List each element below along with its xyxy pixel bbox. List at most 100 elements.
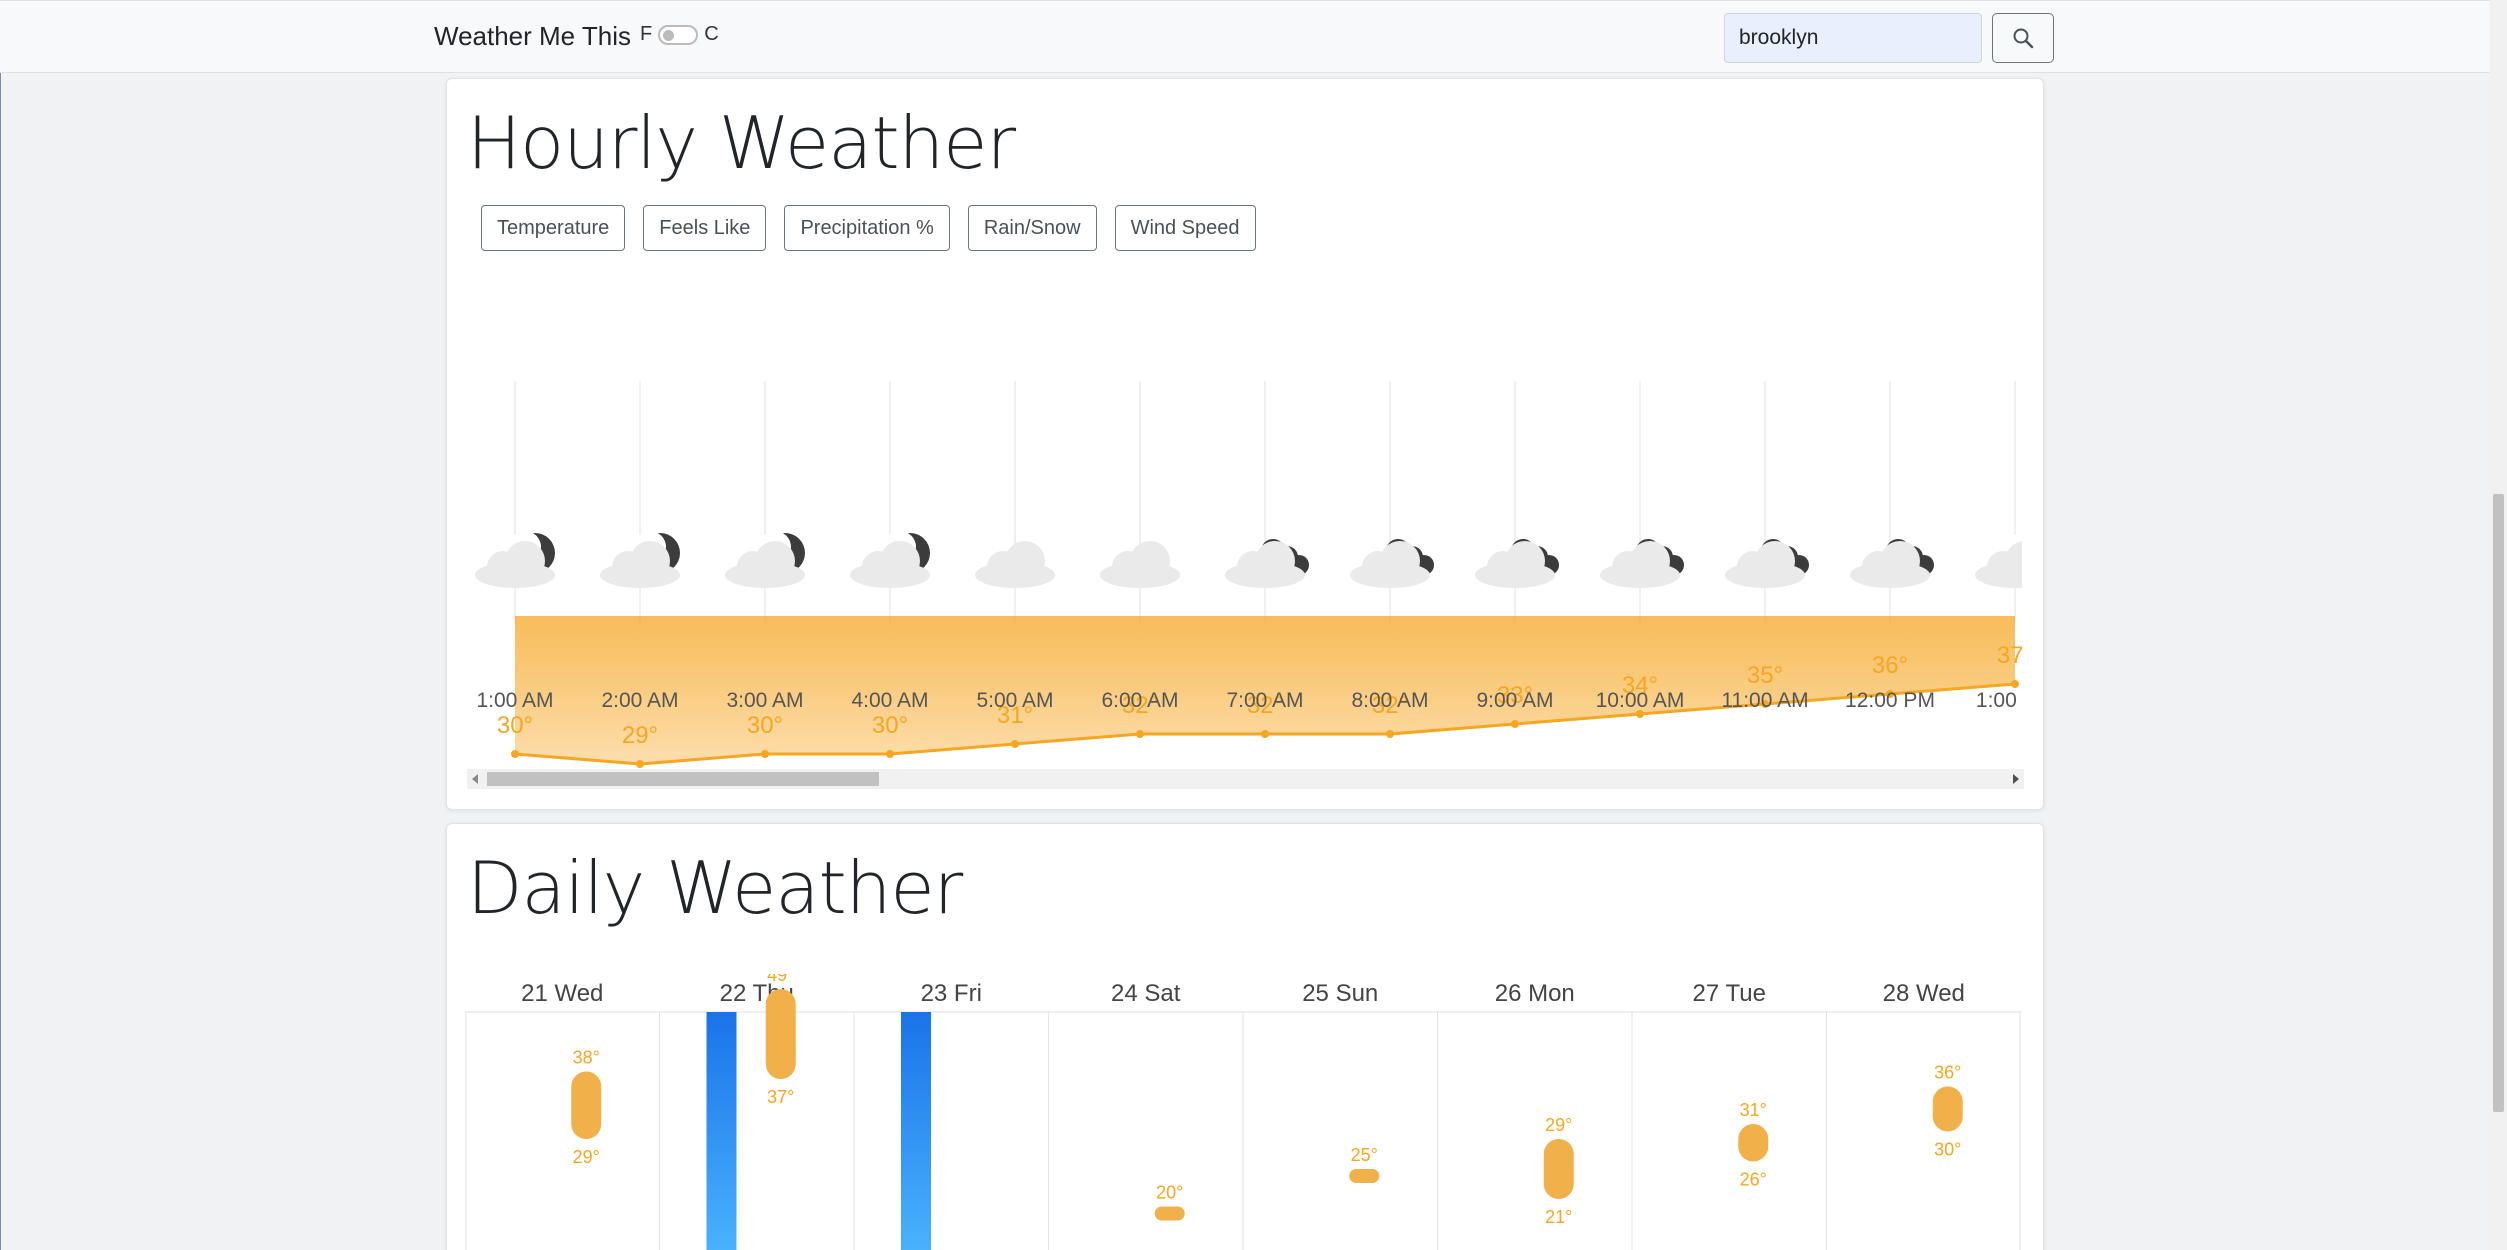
daily-high-label: 20°: [1156, 1183, 1183, 1203]
temperature-point[interactable]: [636, 760, 644, 768]
scroll-thumb[interactable]: [487, 772, 879, 786]
cloudy-icon: [975, 541, 1055, 588]
daily-title: Daily Weather: [467, 846, 963, 930]
precip-bar[interactable]: [901, 1012, 931, 1250]
hour-tick-label: 12:00 PM: [1845, 689, 1935, 712]
temperature-point[interactable]: [761, 750, 769, 758]
hourly-temperature-chart[interactable]: 30°1:00 AM29°2:00 AM30°3:00 AM30°4:00 AM…: [465, 299, 2025, 769]
hour-tick-label: 6:00 AM: [1101, 689, 1178, 712]
cloudy-icon: [1100, 541, 1180, 588]
search-input[interactable]: brooklyn: [1724, 13, 1982, 63]
temperature-label: 35°: [1747, 662, 1783, 689]
daily-low-label: 30°: [1934, 1140, 1961, 1160]
day-label: 21 Wed: [521, 980, 603, 1007]
temperature-point[interactable]: [886, 750, 894, 758]
day-label: 24 Sat: [1111, 980, 1181, 1007]
wind-speed-button[interactable]: Wind Speed: [1114, 205, 1256, 251]
search-button[interactable]: [1992, 13, 2054, 63]
temp-range-pill[interactable]: [571, 1071, 602, 1140]
temp-range-pill[interactable]: [1543, 1139, 1574, 1199]
hourly-plot: 30°1:00 AM29°2:00 AM30°3:00 AM30°4:00 AM…: [475, 381, 2025, 768]
daily-high-label: 38°: [573, 1048, 600, 1068]
hour-tick-label: 1:00 PM: [1976, 689, 2025, 712]
hourly-title: Hourly Weather: [467, 101, 1016, 185]
daily-high-label: 36°: [1934, 1063, 1961, 1083]
mostly-cloudy-night-icon: [1600, 539, 1684, 588]
daily-high-label: 29°: [1545, 1115, 1572, 1135]
partly-cloudy-night-icon: [475, 531, 555, 588]
hour-tick-label: 9:00 AM: [1476, 689, 1553, 712]
temp-range-pill[interactable]: [765, 989, 796, 1079]
temperature-point[interactable]: [1511, 720, 1519, 728]
temperature-label: 30°: [872, 712, 908, 739]
temp-range-pill[interactable]: [1932, 1086, 1963, 1132]
daily-low-label: 21°: [1545, 1207, 1572, 1227]
precip-bar[interactable]: [706, 1012, 737, 1250]
daily-forecast-chart[interactable]: 21 Wed38°29°22 Thu49°37°23 Fri54°24 Sat2…: [465, 974, 2025, 1250]
scroll-right-arrow-icon[interactable]: [2013, 774, 2019, 784]
window-edge: [0, 73, 1, 1250]
temperature-point[interactable]: [2011, 680, 2019, 688]
hour-tick-label: 2:00 AM: [601, 689, 678, 712]
mostly-cloudy-night-icon: [1850, 539, 1934, 588]
feels-like-button[interactable]: Feels Like: [643, 205, 767, 251]
hour-tick-label: 11:00 AM: [1721, 689, 1808, 712]
partly-cloudy-night-icon: [1975, 531, 2022, 588]
day-label: 27 Tue: [1693, 980, 1766, 1007]
temperature-button[interactable]: Temperature: [481, 205, 626, 251]
top-navbar: Weather Me This F C brooklyn: [0, 0, 2490, 73]
hour-tick-label: 7:00 AM: [1226, 689, 1303, 712]
temperature-point[interactable]: [511, 750, 519, 758]
temp-range-pill[interactable]: [1738, 1124, 1769, 1162]
temp-range-pill[interactable]: [1349, 1169, 1380, 1183]
daily-low-label: 29°: [573, 1147, 600, 1167]
metric-buttons: Temperature Feels Like Precipitation % R…: [481, 205, 1256, 251]
temperature-label: 30°: [497, 712, 533, 739]
day-label: 26 Mon: [1495, 980, 1575, 1007]
hour-tick-label: 10:00 AM: [1596, 689, 1685, 712]
hour-tick-label: 5:00 AM: [976, 689, 1053, 712]
hour-tick-label: 8:00 AM: [1351, 689, 1428, 712]
daily-low-label: 26°: [1740, 1170, 1767, 1190]
page-scroll-thumb[interactable]: [2493, 494, 2504, 1112]
unit-f-label: F: [640, 23, 653, 45]
temperature-label: 29°: [622, 722, 658, 749]
temperature-point[interactable]: [1261, 730, 1269, 738]
daily-high-label: 31°: [1740, 1100, 1767, 1120]
temperature-label: 37°: [1997, 642, 2025, 669]
temp-range-pill[interactable]: [1154, 1206, 1185, 1221]
mostly-cloudy-night-icon: [1350, 539, 1434, 588]
unit-switch[interactable]: [658, 24, 699, 45]
rain-snow-button[interactable]: Rain/Snow: [967, 205, 1097, 251]
temperature-point[interactable]: [1136, 730, 1144, 738]
partly-cloudy-night-icon: [600, 531, 680, 588]
temperature-label: 36°: [1872, 652, 1908, 679]
unit-c-label: C: [704, 23, 719, 45]
daily-high-label: 25°: [1351, 1145, 1378, 1165]
mostly-cloudy-night-icon: [1225, 539, 1309, 588]
temperature-point[interactable]: [1011, 740, 1019, 748]
hourly-weather-card: Hourly Weather Temperature Feels Like Pr…: [446, 78, 2044, 810]
temperature-label: 30°: [747, 712, 783, 739]
partly-cloudy-night-icon: [725, 531, 805, 588]
partly-cloudy-night-icon: [850, 531, 930, 588]
hour-tick-label: 1:00 AM: [476, 689, 553, 712]
page-scrollbar[interactable]: [2490, 0, 2507, 1250]
search-icon: [2013, 28, 2034, 49]
temperature-point[interactable]: [1386, 730, 1394, 738]
scroll-left-arrow-icon[interactable]: [472, 774, 478, 784]
daily-weather-card: Daily Weather 21 Wed 38° 29° 22 Thu 49° 37° 23…: [446, 823, 2044, 1250]
app-brand[interactable]: Weather Me This: [434, 21, 631, 52]
mostly-cloudy-night-icon: [1475, 539, 1559, 588]
hour-tick-label: 3:00 AM: [726, 689, 803, 712]
unit-toggle[interactable]: F C: [640, 23, 719, 46]
mostly-cloudy-night-icon: [1725, 539, 1809, 588]
hour-tick-label: 4:00 AM: [851, 689, 928, 712]
daily-high-label: 49°: [767, 974, 794, 985]
day-label: 25 Sun: [1302, 980, 1378, 1007]
daily-low-label: 37°: [767, 1087, 794, 1107]
day-label: 23 Fri: [921, 980, 982, 1007]
precipitation-button[interactable]: Precipitation %: [784, 205, 950, 251]
day-label: 28 Wed: [1883, 980, 1965, 1007]
hourly-scrollbar[interactable]: [467, 769, 2024, 789]
